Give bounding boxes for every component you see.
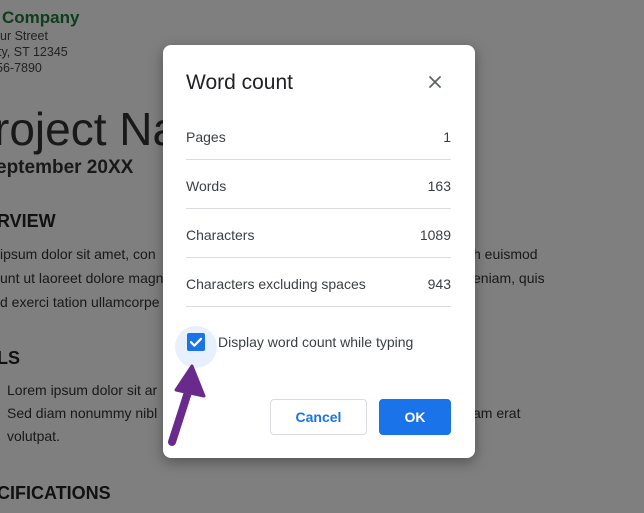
ok-button[interactable]: OK: [379, 399, 451, 435]
stat-label: Characters: [186, 227, 255, 243]
stat-value: 1089: [419, 227, 451, 243]
word-count-stats: Pages 1 Words 163 Characters 1089 Charac…: [186, 111, 451, 307]
checkbox-label[interactable]: Display word count while typing: [218, 334, 413, 350]
stat-row-characters-excluding-spaces: Characters excluding spaces 943: [186, 258, 451, 307]
stat-value: 943: [427, 276, 451, 292]
stat-label: Words: [186, 178, 227, 194]
stat-value: 163: [427, 178, 451, 194]
stat-value: 1: [443, 129, 451, 145]
display-word-count-checkbox[interactable]: [187, 333, 205, 351]
checkmark-icon: [189, 337, 203, 347]
annotation-arrow-icon: [168, 364, 206, 446]
stat-row-characters: Characters 1089: [186, 209, 451, 258]
stat-row-pages: Pages 1: [186, 111, 451, 160]
annotation-arrow: [160, 362, 210, 450]
dialog-title: Word count: [186, 71, 293, 94]
stat-row-words: Words 163: [186, 160, 451, 209]
cancel-button[interactable]: Cancel: [270, 399, 367, 435]
close-button[interactable]: [421, 68, 449, 96]
close-icon: [429, 76, 441, 88]
stat-label: Pages: [186, 129, 226, 145]
stat-label: Characters excluding spaces: [186, 276, 366, 292]
